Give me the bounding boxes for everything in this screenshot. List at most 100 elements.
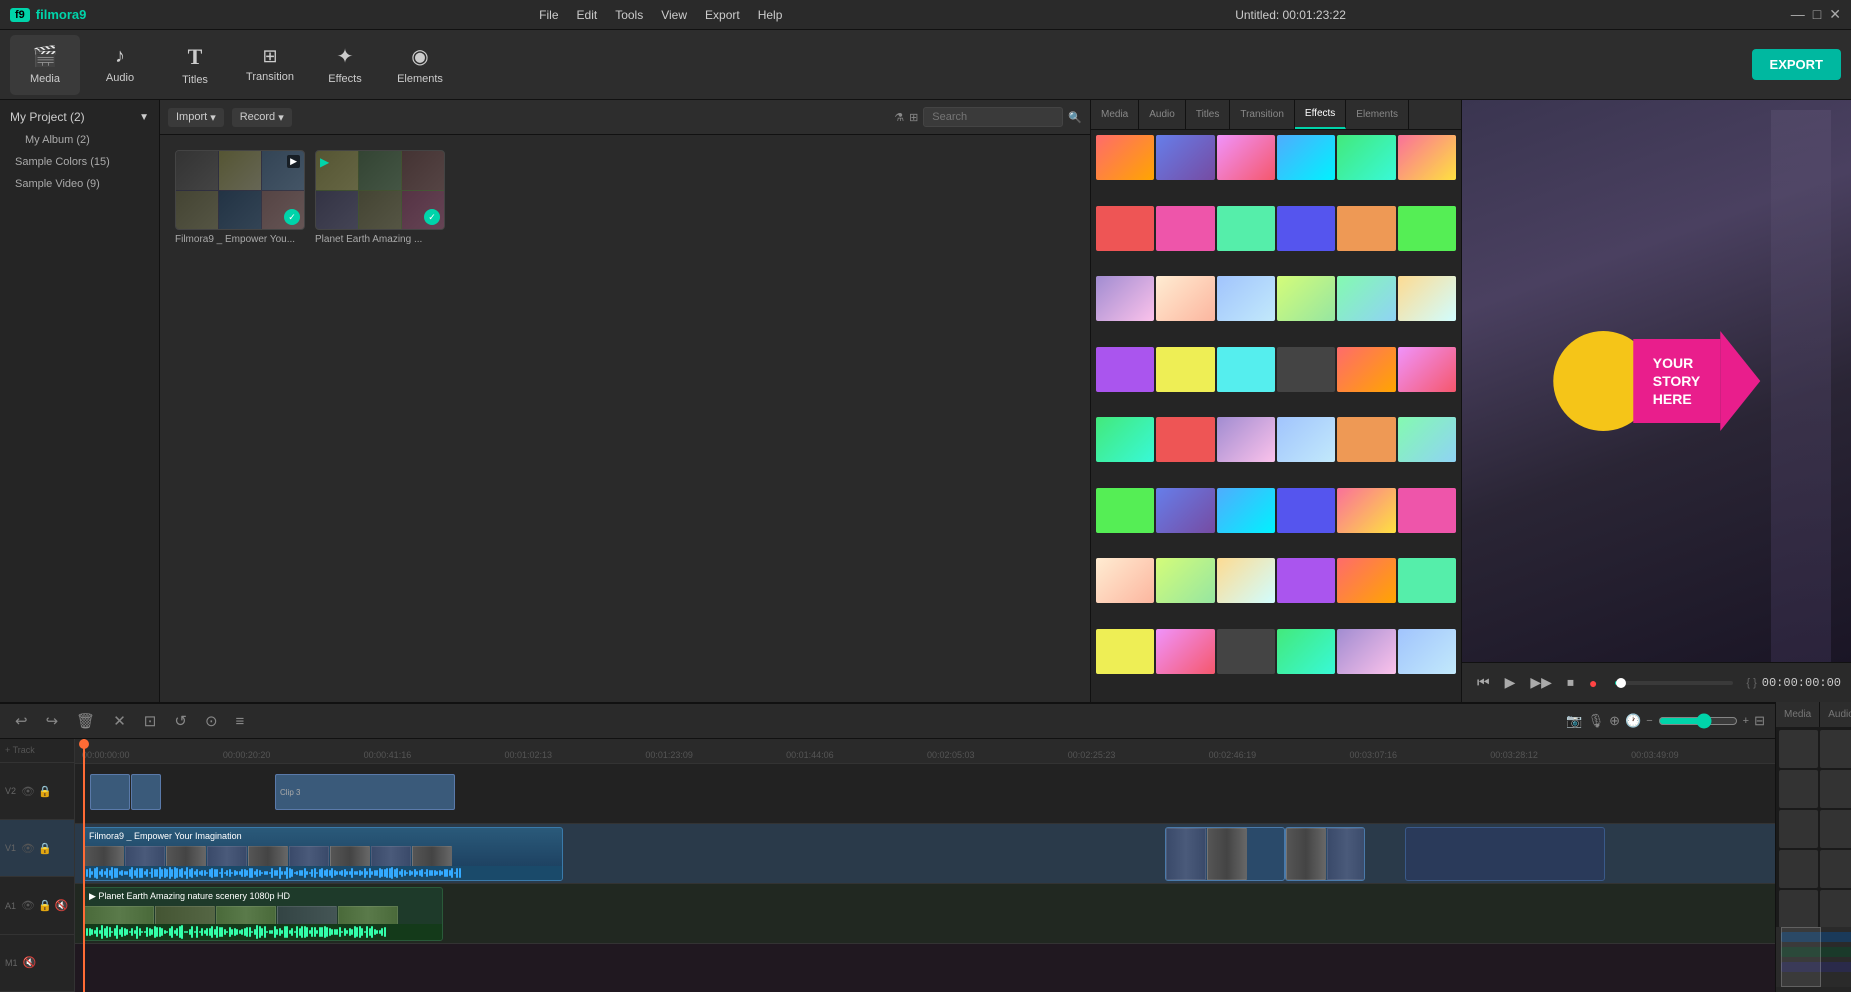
- zoom-slider[interactable]: [1658, 713, 1738, 729]
- effect-thumb[interactable]: [1096, 417, 1154, 462]
- bracket-in[interactable]: { }: [1746, 677, 1756, 689]
- effects-tab-elements[interactable]: Elements: [1346, 100, 1409, 129]
- effect-thumb[interactable]: [1398, 417, 1456, 462]
- track-eye-v2[interactable]: 👁: [21, 785, 35, 798]
- effect-thumb[interactable]: [1277, 488, 1335, 533]
- track-v2[interactable]: Clip 3: [75, 764, 1775, 824]
- se-thumb[interactable]: [1779, 890, 1818, 927]
- my-album-item[interactable]: My Album (2): [0, 129, 159, 151]
- track-lock-v2[interactable]: 🔒: [38, 785, 52, 798]
- effect-thumb[interactable]: [1337, 135, 1395, 180]
- effect-thumb[interactable]: [1277, 135, 1335, 180]
- effect-thumb[interactable]: [1217, 629, 1275, 674]
- effect-thumb[interactable]: [1277, 558, 1335, 603]
- effect-thumb[interactable]: [1398, 488, 1456, 533]
- effect-thumb[interactable]: [1337, 206, 1395, 251]
- effect-thumb[interactable]: [1337, 417, 1395, 462]
- delete-button[interactable]: 🗑: [71, 710, 100, 732]
- effect-thumb[interactable]: [1096, 206, 1154, 251]
- se-thumb[interactable]: [1820, 730, 1851, 768]
- sample-video-item[interactable]: Sample Video (9): [0, 173, 159, 195]
- effect-thumb[interactable]: [1337, 629, 1395, 674]
- toolbar-transition-button[interactable]: ⊞ Transition: [235, 35, 305, 95]
- audio-clip-1[interactable]: ▶ Planet Earth Amazing nature scenery 10…: [83, 887, 443, 941]
- settings-button[interactable]: ≡: [231, 711, 250, 732]
- track-mute-a1[interactable]: 🔇: [55, 899, 69, 912]
- record-button[interactable]: Record ▾: [232, 108, 292, 127]
- track-mute-m1[interactable]: 🔇: [23, 956, 37, 969]
- effect-thumb[interactable]: [1398, 206, 1456, 251]
- effect-thumb[interactable]: [1217, 276, 1275, 321]
- next-button[interactable]: ▶▶: [1525, 671, 1557, 694]
- effect-thumb[interactable]: [1217, 417, 1275, 462]
- se-thumb[interactable]: [1820, 890, 1851, 927]
- toolbar-titles-button[interactable]: T Titles: [160, 35, 230, 95]
- add-track-icon[interactable]: ⊕: [1609, 713, 1620, 729]
- effect-thumb[interactable]: [1398, 629, 1456, 674]
- effect-thumb[interactable]: [1217, 558, 1275, 603]
- effect-thumb[interactable]: [1277, 629, 1335, 674]
- menu-view[interactable]: View: [653, 5, 695, 25]
- track-lock-v1[interactable]: 🔒: [38, 842, 52, 855]
- menu-export[interactable]: Export: [697, 5, 748, 25]
- effects-small-button[interactable]: ⊙: [200, 710, 223, 732]
- effects-tab-media[interactable]: Media: [1091, 100, 1139, 129]
- v2-clip[interactable]: [131, 774, 161, 810]
- search-input[interactable]: [923, 107, 1063, 127]
- track-lock-a1[interactable]: 🔒: [38, 899, 52, 912]
- effect-thumb[interactable]: [1277, 276, 1335, 321]
- prev-button[interactable]: ⏮: [1472, 671, 1495, 694]
- effect-thumb[interactable]: [1217, 347, 1275, 392]
- menu-edit[interactable]: Edit: [569, 5, 606, 25]
- undo-button[interactable]: ↩: [10, 710, 33, 732]
- effect-thumb[interactable]: [1096, 276, 1154, 321]
- effect-thumb[interactable]: [1277, 417, 1335, 462]
- track-eye-a1[interactable]: 👁: [21, 899, 35, 912]
- fit-icon[interactable]: ⊟: [1754, 713, 1765, 729]
- effects-tab-transition[interactable]: Transition: [1230, 100, 1295, 129]
- toolbar-audio-button[interactable]: ♪ Audio: [85, 35, 155, 95]
- menu-help[interactable]: Help: [750, 5, 791, 25]
- track-v1[interactable]: Filmora9 _ Empower Your Imagination: [75, 824, 1775, 884]
- effects-tab-effects[interactable]: Effects: [1295, 100, 1346, 129]
- playhead-dot[interactable]: [1616, 678, 1626, 688]
- effect-thumb[interactable]: [1156, 347, 1214, 392]
- effect-thumb[interactable]: [1096, 347, 1154, 392]
- close-button[interactable]: ✕: [1829, 6, 1841, 23]
- grid-icon[interactable]: ⊞: [909, 111, 918, 124]
- stop-button[interactable]: ⏹: [1562, 671, 1579, 694]
- mic-icon[interactable]: 🎙: [1588, 713, 1605, 729]
- sample-colors-item[interactable]: Sample Colors (15): [0, 151, 159, 173]
- zoom-in-icon[interactable]: +: [1743, 715, 1749, 727]
- effect-thumb[interactable]: [1277, 347, 1335, 392]
- effect-thumb[interactable]: [1156, 629, 1214, 674]
- video-clip-1[interactable]: Filmora9 _ Empower Your Imagination: [83, 827, 563, 881]
- track-a1[interactable]: ▶ Planet Earth Amazing nature scenery 10…: [75, 884, 1775, 944]
- import-button[interactable]: Import ▾: [168, 108, 224, 127]
- video-clip-1c[interactable]: [1285, 827, 1365, 881]
- effect-thumb[interactable]: [1096, 135, 1154, 180]
- se-thumb[interactable]: [1779, 730, 1818, 768]
- effect-thumb[interactable]: [1337, 347, 1395, 392]
- menu-tools[interactable]: Tools: [607, 5, 651, 25]
- add-track-label[interactable]: + Track: [5, 745, 35, 755]
- effect-thumb[interactable]: [1398, 276, 1456, 321]
- v2-clip[interactable]: [90, 774, 130, 810]
- se-thumb[interactable]: [1779, 810, 1818, 848]
- effect-thumb[interactable]: [1217, 206, 1275, 251]
- toolbar-media-button[interactable]: 🎬 Media: [10, 35, 80, 95]
- v2-clip-main[interactable]: Clip 3: [275, 774, 455, 810]
- record-button[interactable]: ●: [1584, 672, 1602, 694]
- menu-file[interactable]: File: [531, 5, 566, 25]
- minimize-button[interactable]: —: [1791, 6, 1805, 23]
- effect-thumb[interactable]: [1398, 135, 1456, 180]
- maximize-button[interactable]: □: [1813, 6, 1821, 23]
- effect-thumb[interactable]: [1217, 135, 1275, 180]
- redo-button[interactable]: ↪: [41, 710, 64, 732]
- effect-thumb[interactable]: [1156, 206, 1214, 251]
- rotate-button[interactable]: ↺: [169, 710, 192, 732]
- effects-tab-audio[interactable]: Audio: [1139, 100, 1186, 129]
- media-item[interactable]: ▶ ✓ Planet Earth Amazing ...: [315, 150, 445, 245]
- effect-thumb[interactable]: [1156, 488, 1214, 533]
- cut-button[interactable]: ✕: [108, 710, 131, 732]
